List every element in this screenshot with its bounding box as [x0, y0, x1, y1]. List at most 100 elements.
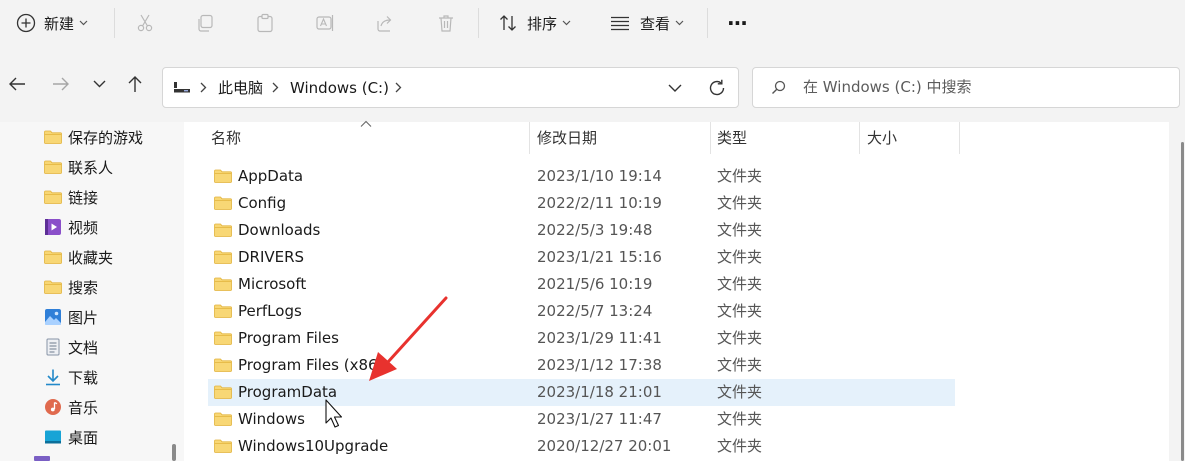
- file-date: 2023/1/18 21:01: [537, 383, 662, 401]
- file-row[interactable]: AppData 2023/1/10 19:14 文件夹: [208, 163, 955, 190]
- file-name: Program Files (x86): [238, 356, 384, 374]
- rename-icon: [315, 13, 335, 33]
- file-row[interactable]: PerfLogs 2022/5/7 13:24 文件夹: [208, 298, 955, 325]
- address-bar[interactable]: 此电脑 Windows (C:): [162, 67, 739, 108]
- file-name: DRIVERS: [238, 248, 305, 266]
- file-row[interactable]: Config 2022/2/11 10:19 文件夹: [208, 190, 955, 217]
- address-history-chevron-icon[interactable]: [668, 68, 682, 107]
- folder-icon: [44, 190, 62, 204]
- file-name: Config: [238, 194, 287, 212]
- file-type: 文件夹: [717, 194, 763, 212]
- new-button-label: 新建: [44, 14, 75, 33]
- sort-ascending-icon: [360, 120, 372, 128]
- arrow-left-icon: [8, 76, 26, 92]
- delete-button[interactable]: [436, 0, 456, 46]
- breadcrumb-separator-icon: [200, 68, 207, 107]
- sidebar-item-music[interactable]: 音乐: [44, 392, 98, 422]
- view-button-label: 查看: [640, 14, 671, 33]
- copy-button[interactable]: [195, 0, 215, 46]
- file-row-selected[interactable]: ProgramData 2023/1/18 21:01 文件夹: [208, 379, 955, 406]
- sidebar-item-searches[interactable]: 搜索: [44, 272, 98, 302]
- sidebar-item-label: 搜索: [68, 278, 99, 297]
- sidebar-scrollbar-thumb[interactable]: [172, 444, 176, 461]
- command-bar: 新建 排序 查看 ···: [0, 0, 1185, 46]
- file-type: 文件夹: [717, 221, 763, 239]
- toolbar-divider: [478, 8, 479, 38]
- column-separator[interactable]: [529, 122, 530, 154]
- column-header-name[interactable]: 名称: [211, 122, 241, 154]
- recent-locations-button[interactable]: [84, 46, 114, 122]
- sidebar-next-item-icon: [34, 456, 50, 461]
- folder-icon: [214, 412, 232, 426]
- column-separator[interactable]: [859, 122, 860, 154]
- share-button[interactable]: [375, 0, 395, 46]
- rename-button[interactable]: [315, 0, 335, 46]
- file-name: AppData: [238, 167, 304, 185]
- sort-button-label: 排序: [527, 14, 558, 33]
- breadcrumb-this-pc[interactable]: 此电脑: [218, 68, 263, 107]
- clipboard-icon: [255, 13, 275, 33]
- search-box[interactable]: 在 Windows (C:) 中搜索: [752, 67, 1180, 108]
- file-row[interactable]: Program Files 2023/1/29 11:41 文件夹: [208, 325, 955, 352]
- sidebar-item-downloads[interactable]: 下载: [44, 362, 98, 392]
- sidebar-item-documents[interactable]: 文档: [44, 332, 98, 362]
- plus-circle-icon: [16, 13, 36, 33]
- breadcrumb-separator-icon: [272, 68, 279, 107]
- file-type: 文件夹: [717, 275, 763, 293]
- sidebar-item-label: 保存的游戏: [68, 128, 144, 147]
- folder-icon: [214, 358, 232, 372]
- up-button[interactable]: [120, 46, 150, 122]
- sidebar-item-videos[interactable]: 视频: [44, 212, 98, 242]
- file-row[interactable]: Downloads 2022/5/3 19:48 文件夹: [208, 217, 955, 244]
- breadcrumb-separator-icon: [395, 68, 402, 107]
- file-row[interactable]: DRIVERS 2023/1/21 15:16 文件夹: [208, 244, 955, 271]
- file-row[interactable]: Windows 2023/1/27 11:47 文件夹: [208, 406, 955, 433]
- toolbar-divider: [707, 8, 708, 38]
- file-row[interactable]: Microsoft 2021/5/6 10:19 文件夹: [208, 271, 955, 298]
- folder-icon: [214, 250, 232, 264]
- paste-button[interactable]: [255, 0, 275, 46]
- forward-button[interactable]: [46, 46, 76, 122]
- breadcrumb-drive-c[interactable]: Windows (C:): [290, 68, 389, 107]
- download-icon: [44, 368, 62, 386]
- folder-icon: [44, 280, 62, 294]
- more-options-button[interactable]: ···: [727, 0, 748, 46]
- cut-button[interactable]: [135, 0, 155, 46]
- file-list-scrollbar-thumb[interactable]: [1181, 142, 1184, 461]
- search-icon: [771, 80, 786, 95]
- sidebar-item-desktop[interactable]: 桌面: [44, 422, 98, 452]
- sidebar-item-links[interactable]: 链接: [44, 182, 98, 212]
- file-type: 文件夹: [717, 167, 763, 185]
- file-type: 文件夹: [717, 383, 763, 401]
- file-date: 2022/2/11 10:19: [537, 194, 662, 212]
- sidebar-item-saved-games[interactable]: 保存的游戏: [44, 122, 143, 152]
- sidebar-item-pictures[interactable]: 图片: [44, 302, 98, 332]
- sort-button[interactable]: 排序: [498, 0, 571, 46]
- folder-icon: [44, 130, 62, 144]
- refresh-icon[interactable]: [708, 68, 726, 107]
- sidebar-item-favorites[interactable]: 收藏夹: [44, 242, 113, 272]
- column-header-size[interactable]: 大小: [867, 122, 897, 154]
- back-button[interactable]: [2, 46, 32, 122]
- sidebar-item-contacts[interactable]: 联系人: [44, 152, 113, 182]
- column-header-type[interactable]: 类型: [717, 122, 747, 154]
- view-button[interactable]: 查看: [610, 0, 684, 46]
- file-row[interactable]: Program Files (x86) 2023/1/12 17:38 文件夹: [208, 352, 955, 379]
- file-name: ProgramData: [238, 383, 338, 401]
- folder-icon: [214, 439, 232, 453]
- column-separator[interactable]: [710, 122, 711, 154]
- file-date: 2023/1/27 11:47: [537, 410, 662, 428]
- new-button[interactable]: 新建: [16, 0, 88, 46]
- chevron-down-icon: [562, 20, 571, 26]
- file-row[interactable]: Windows10Upgrade 2020/12/27 20:01 文件夹: [208, 433, 955, 460]
- chevron-down-icon: [79, 20, 88, 26]
- file-date: 2023/1/29 11:41: [537, 329, 662, 347]
- file-name: Microsoft: [238, 275, 307, 293]
- sidebar-item-label: 收藏夹: [68, 248, 114, 267]
- arrow-right-icon: [52, 76, 70, 92]
- navigation-pane: 保存的游戏 联系人 链接 视频 收藏夹 搜索 图片 文档 下载 音乐 桌面: [0, 122, 184, 461]
- column-separator[interactable]: [959, 122, 960, 154]
- navigation-bar: 此电脑 Windows (C:) 在 Windows (C:) 中搜索: [0, 46, 1185, 122]
- column-header-date[interactable]: 修改日期: [537, 122, 597, 154]
- file-date: 2023/1/12 17:38: [537, 356, 662, 374]
